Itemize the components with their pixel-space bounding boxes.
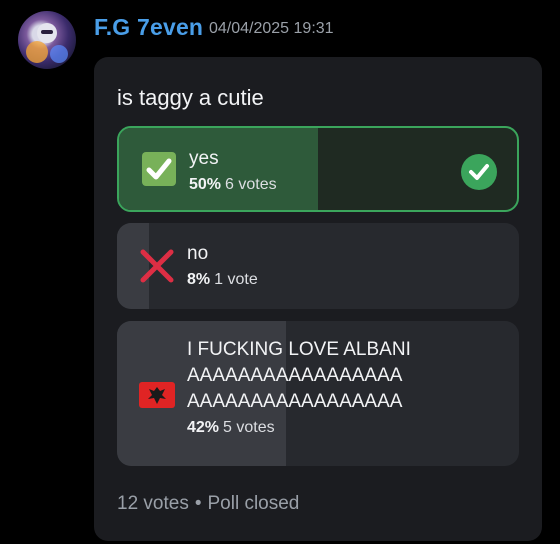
poll-option-result: 8% 1 vote: [187, 271, 258, 289]
poll-option-percent: 8%: [187, 271, 211, 288]
selected-check-icon: [461, 154, 497, 190]
poll-option-albania[interactable]: I FUCKING LOVE ALBANI AAAAAAAAAAAAAAAAA …: [117, 321, 519, 466]
poll-option-yes-text: yes 50% 6 votes: [189, 146, 277, 194]
poll-option-yes[interactable]: yes 50% 6 votes: [117, 126, 519, 212]
poll-option-no-text: no 8% 1 vote: [187, 241, 258, 289]
poll-option-result: 50% 6 votes: [189, 176, 277, 194]
user-avatar[interactable]: [18, 11, 76, 69]
poll-option-votes: 5 votes: [223, 419, 275, 436]
poll-option-no[interactable]: no 8% 1 vote: [117, 223, 519, 309]
poll-option-votes: 1 vote: [214, 271, 258, 288]
poll-total-votes[interactable]: 12 votes: [117, 493, 189, 514]
albania-flag-emoji-icon: [139, 382, 175, 408]
poll-option-votes: 6 votes: [225, 176, 277, 193]
poll-option-percent: 50%: [189, 176, 222, 193]
avatar-art-visor: [41, 30, 53, 34]
poll-option-label-line-2: AAAAAAAAAAAAAAAAA: [187, 365, 403, 386]
poll-footer: 12 votes • Poll closed: [117, 493, 299, 515]
message-timestamp: 04/04/2025 19:31: [209, 20, 334, 37]
poll-option-label-line-1: I FUCKING LOVE ALBANI: [187, 339, 411, 360]
poll-card: is taggy a cutie yes 50% 6 votes no 8% 1…: [94, 57, 542, 541]
cross-mark-emoji-icon: [140, 249, 174, 283]
avatar-art-glow: [26, 41, 48, 63]
footer-separator: •: [194, 493, 202, 514]
avatar-art-glow-blue: [50, 45, 68, 63]
poll-option-label: no: [187, 243, 209, 264]
username[interactable]: F.G 7even: [94, 14, 203, 41]
poll-question: is taggy a cutie: [117, 85, 264, 110]
poll-option-percent: 42%: [187, 419, 220, 436]
poll-option-label: yes: [189, 148, 219, 169]
check-box-emoji-icon: [142, 152, 176, 186]
poll-status: Poll closed: [207, 493, 300, 514]
poll-option-label-line-3: AAAAAAAAAAAAAAAAA: [187, 391, 403, 412]
poll-option-albania-text: I FUCKING LOVE ALBANI AAAAAAAAAAAAAAAAA …: [187, 337, 411, 437]
poll-option-result: 42% 5 votes: [187, 419, 411, 437]
